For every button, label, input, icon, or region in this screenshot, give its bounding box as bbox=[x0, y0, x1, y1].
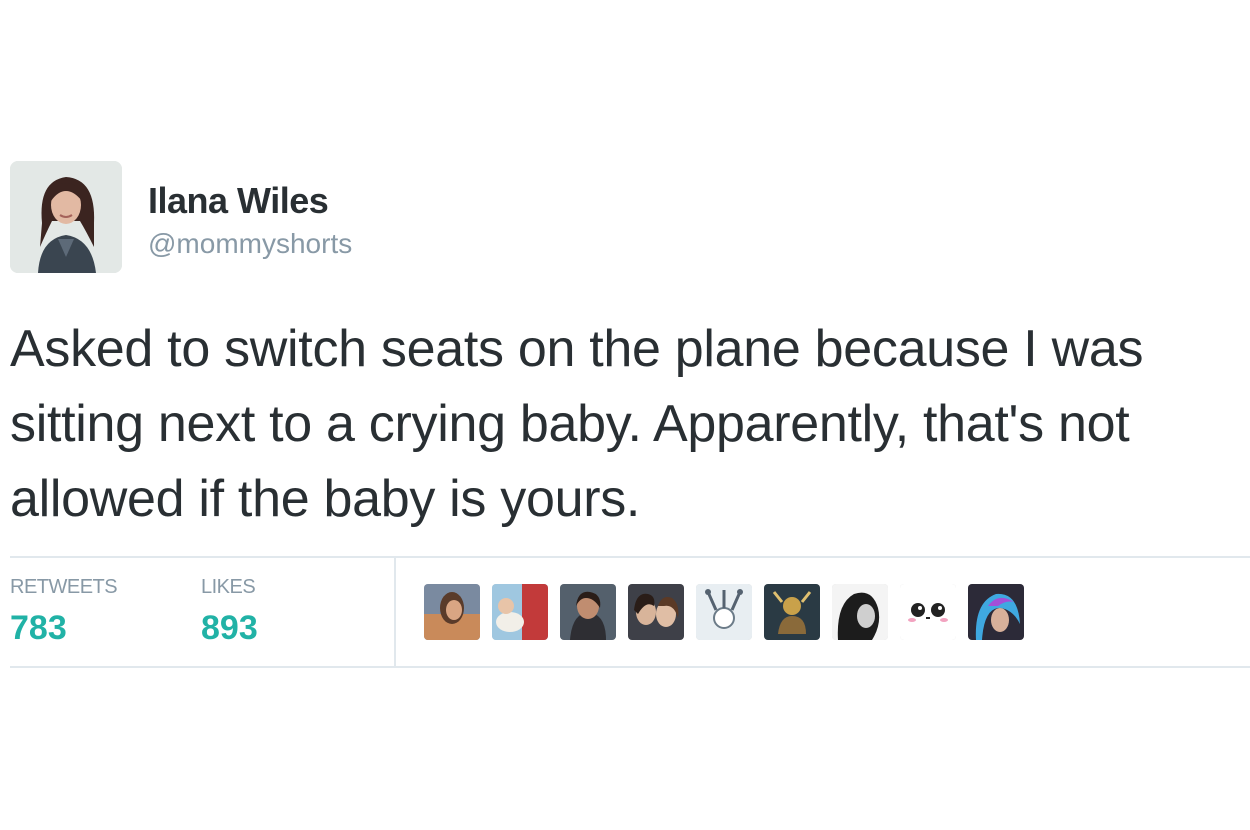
liker-avatars bbox=[424, 584, 1024, 640]
likes-count: 893 bbox=[201, 609, 258, 647]
liker-avatar[interactable] bbox=[560, 584, 616, 640]
retweets-count: 783 bbox=[10, 609, 67, 647]
author-name[interactable]: Ilana Wiles bbox=[148, 180, 329, 222]
liker-avatar[interactable] bbox=[628, 584, 684, 640]
liker-avatar[interactable] bbox=[764, 584, 820, 640]
liker-avatar[interactable] bbox=[832, 584, 888, 640]
liker-avatar[interactable] bbox=[900, 584, 956, 640]
liker-avatar[interactable] bbox=[492, 584, 548, 640]
liker-avatar[interactable] bbox=[424, 584, 480, 640]
likes-stat[interactable]: LIKES 893 bbox=[201, 576, 258, 648]
liker-avatar[interactable] bbox=[696, 584, 752, 640]
tweet-text: Asked to switch seats on the plane becau… bbox=[10, 320, 1144, 528]
author-handle[interactable]: @mommyshorts bbox=[148, 228, 352, 260]
author-avatar[interactable] bbox=[10, 161, 122, 273]
author-photo bbox=[10, 161, 122, 273]
liker-avatar[interactable] bbox=[968, 584, 1024, 640]
retweets-label: RETWEETS bbox=[10, 576, 118, 598]
stats-top-divider bbox=[10, 556, 1250, 558]
stats-vertical-divider bbox=[394, 558, 396, 666]
retweets-stat[interactable]: RETWEETS 783 bbox=[10, 576, 118, 648]
likes-label: LIKES bbox=[201, 576, 256, 598]
stats-bottom-divider bbox=[10, 666, 1250, 668]
